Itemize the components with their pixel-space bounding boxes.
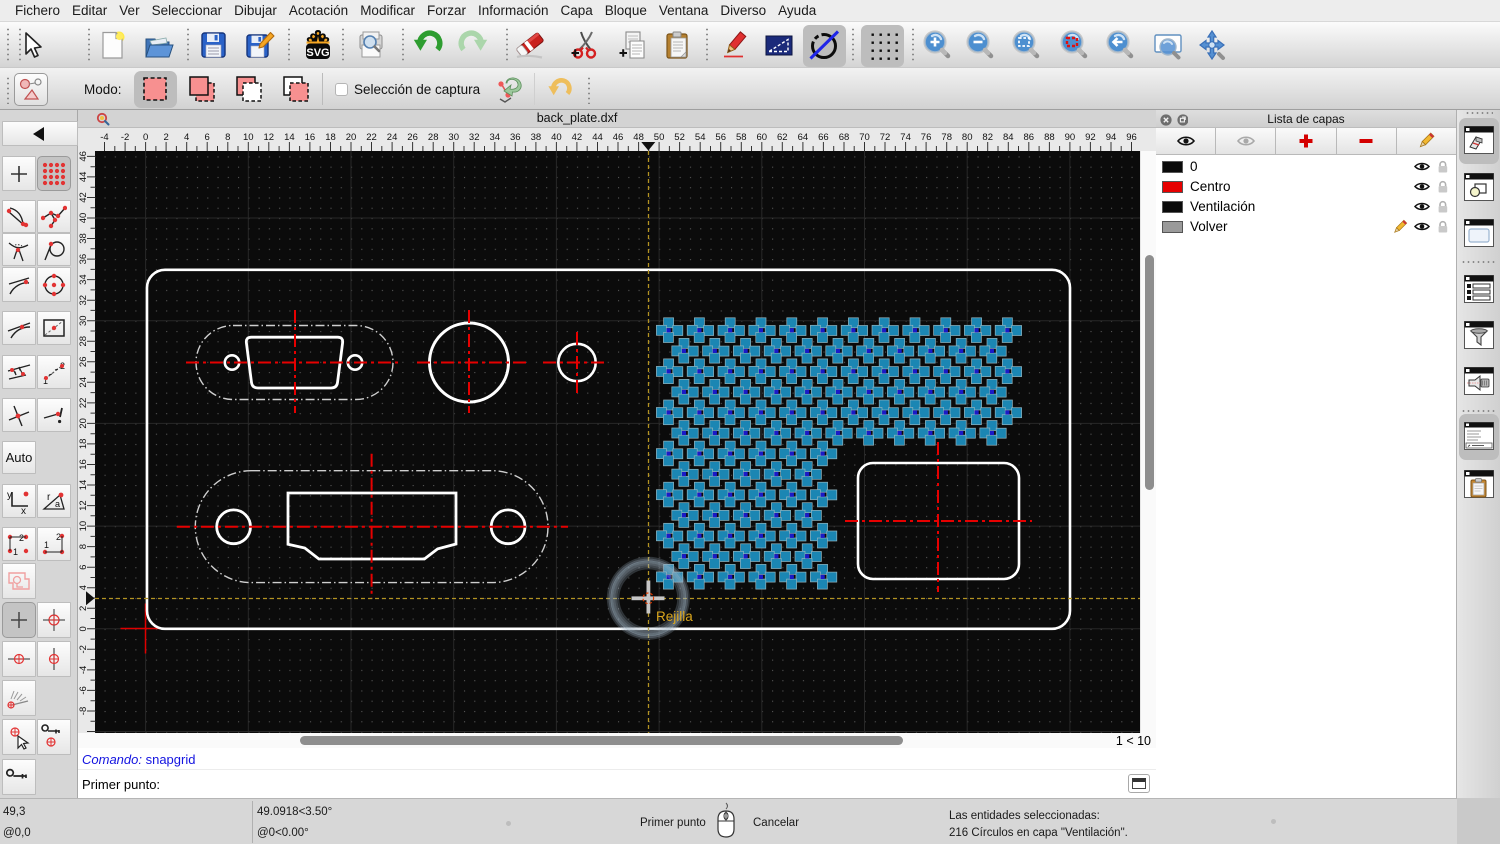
svg-text:46: 46 xyxy=(78,151,89,162)
svg-text:80: 80 xyxy=(962,132,973,143)
svg-text:50: 50 xyxy=(654,132,665,143)
svg-text:1: 1 xyxy=(44,540,49,550)
svg-text:-8: -8 xyxy=(78,707,89,715)
svg-text:4: 4 xyxy=(78,585,89,590)
svg-text:a: a xyxy=(55,499,60,509)
svg-text:42: 42 xyxy=(572,132,583,143)
svg-text:66: 66 xyxy=(818,132,829,143)
svg-text:58: 58 xyxy=(736,132,747,143)
svg-text:60: 60 xyxy=(757,132,768,143)
svg-text:10: 10 xyxy=(243,132,254,143)
svg-text:-2: -2 xyxy=(78,645,89,653)
svg-text:8: 8 xyxy=(225,132,230,143)
svg-text:4: 4 xyxy=(184,132,189,143)
svg-text:48: 48 xyxy=(633,132,644,143)
svg-text:36: 36 xyxy=(510,132,521,143)
svg-text:30: 30 xyxy=(78,315,89,326)
svg-text:42: 42 xyxy=(78,192,89,203)
svg-text:22: 22 xyxy=(366,132,377,143)
svg-text:26: 26 xyxy=(78,357,89,368)
svg-text:38: 38 xyxy=(531,132,542,143)
svg-text:92: 92 xyxy=(1085,132,1096,143)
svg-text:62: 62 xyxy=(777,132,788,143)
svg-text:r: r xyxy=(47,492,51,503)
svg-text:38: 38 xyxy=(78,233,89,244)
svg-text:90: 90 xyxy=(1065,132,1076,143)
svg-text:8: 8 xyxy=(78,544,89,549)
svg-text:-2: -2 xyxy=(121,132,129,143)
svg-text:30: 30 xyxy=(448,132,459,143)
svg-text:12: 12 xyxy=(264,132,275,143)
svg-text:24: 24 xyxy=(78,377,89,388)
svg-text:78: 78 xyxy=(941,132,952,143)
svg-text:20: 20 xyxy=(78,418,89,429)
svg-text:2: 2 xyxy=(19,533,24,543)
svg-text:40: 40 xyxy=(78,213,89,224)
svg-text:88: 88 xyxy=(1044,132,1055,143)
svg-text:-4: -4 xyxy=(100,132,108,143)
svg-text:34: 34 xyxy=(490,132,501,143)
svg-text:54: 54 xyxy=(695,132,706,143)
svg-text:20: 20 xyxy=(346,132,357,143)
svg-text:14: 14 xyxy=(78,480,89,491)
svg-text:28: 28 xyxy=(428,132,439,143)
svg-text:6: 6 xyxy=(78,565,89,570)
svg-text:0: 0 xyxy=(78,626,89,631)
svg-text:86: 86 xyxy=(1024,132,1035,143)
svg-text:-6: -6 xyxy=(78,686,89,694)
svg-text:0: 0 xyxy=(143,132,148,143)
svg-text:36: 36 xyxy=(78,254,89,265)
svg-text:94: 94 xyxy=(1106,132,1117,143)
svg-text:-4: -4 xyxy=(78,666,89,674)
svg-text:1: 1 xyxy=(13,547,18,557)
svg-text:26: 26 xyxy=(407,132,418,143)
svg-text:82: 82 xyxy=(982,132,993,143)
svg-text:74: 74 xyxy=(900,132,911,143)
svg-text:32: 32 xyxy=(469,132,480,143)
svg-text:16: 16 xyxy=(305,132,316,143)
svg-text:52: 52 xyxy=(674,132,685,143)
svg-text:2: 2 xyxy=(163,132,168,143)
svg-text:18: 18 xyxy=(325,132,336,143)
svg-text:68: 68 xyxy=(839,132,850,143)
svg-text:70: 70 xyxy=(859,132,870,143)
svg-text:76: 76 xyxy=(921,132,932,143)
svg-text:12: 12 xyxy=(78,500,89,511)
svg-text:46: 46 xyxy=(613,132,624,143)
svg-text:6: 6 xyxy=(205,132,210,143)
svg-text:28: 28 xyxy=(78,336,89,347)
svg-text:24: 24 xyxy=(387,132,398,143)
svg-text:44: 44 xyxy=(78,172,89,183)
svg-text:22: 22 xyxy=(78,398,89,409)
svg-text:56: 56 xyxy=(715,132,726,143)
svg-text:y: y xyxy=(7,490,12,501)
svg-text:84: 84 xyxy=(1003,132,1014,143)
svg-text:32: 32 xyxy=(78,295,89,306)
svg-text:44: 44 xyxy=(592,132,603,143)
svg-text:16: 16 xyxy=(78,459,89,470)
svg-text:SVG: SVG xyxy=(306,47,329,59)
svg-text:14: 14 xyxy=(284,132,295,143)
svg-text:64: 64 xyxy=(798,132,809,143)
svg-text:72: 72 xyxy=(880,132,891,143)
svg-text:2: 2 xyxy=(78,606,89,611)
svg-text:40: 40 xyxy=(551,132,562,143)
svg-text:18: 18 xyxy=(78,439,89,450)
svg-text:10: 10 xyxy=(78,521,89,532)
svg-text:x: x xyxy=(21,506,26,514)
svg-text:Rejilla: Rejilla xyxy=(656,609,693,624)
svg-text:96: 96 xyxy=(1126,132,1137,143)
svg-text:34: 34 xyxy=(78,274,89,285)
